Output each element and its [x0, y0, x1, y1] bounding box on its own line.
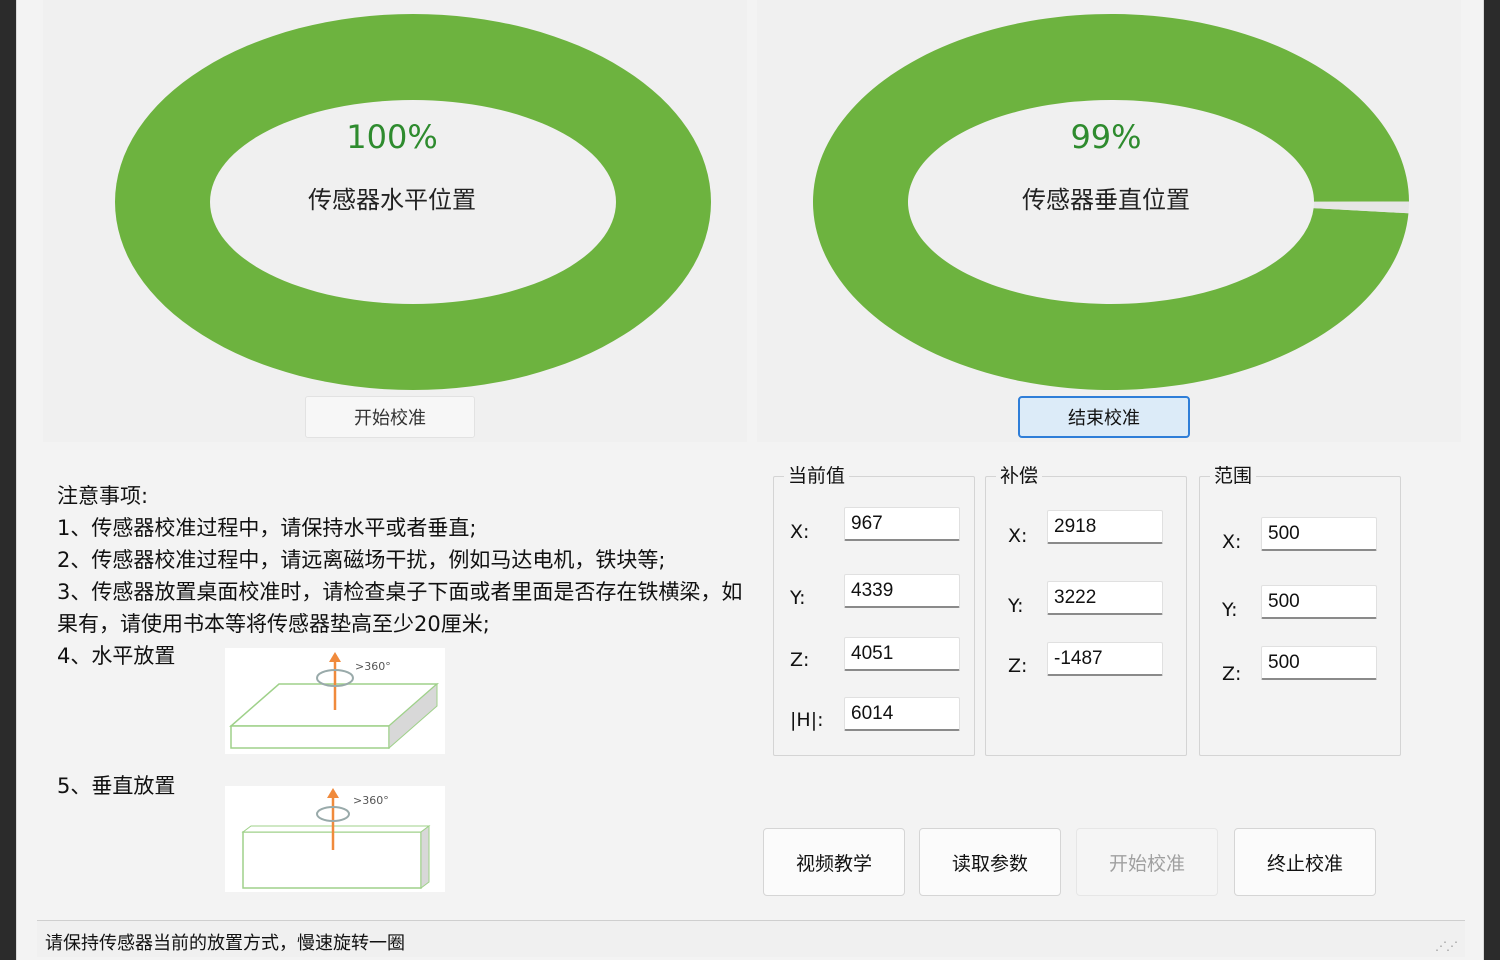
- note-item-1: 1、传感器校准过程中，请保持水平或者垂直;: [57, 516, 477, 540]
- horizontal-gauge-percent: 100%: [346, 118, 438, 156]
- status-text: 请保持传感器当前的放置方式，慢速旋转一圈: [45, 933, 405, 954]
- compensation-title: 补偿: [996, 461, 1043, 488]
- comp-x-input[interactable]: [1047, 510, 1163, 544]
- note-item-3: 3、传感器放置桌面校准时，请检查桌子下面或者里面是否存在铁横梁，如果有，请使用书…: [57, 580, 743, 636]
- current-z-label: Z:: [790, 649, 810, 671]
- comp-y-input[interactable]: [1047, 581, 1163, 615]
- range-y-label: Y:: [1222, 599, 1238, 621]
- vertical-gauge-label: 传感器垂直位置: [1022, 186, 1190, 214]
- status-bar: 请保持传感器当前的放置方式，慢速旋转一圈 ⋰⋰: [37, 920, 1465, 957]
- range-z-input[interactable]: [1261, 646, 1377, 680]
- comp-y-label: Y:: [1008, 595, 1024, 617]
- start-calibration-button[interactable]: 开始校准: [1076, 828, 1218, 896]
- current-y-label: Y:: [790, 587, 806, 609]
- current-values-group: 当前值 X: Y: Z: |H|:: [773, 461, 975, 756]
- range-title: 范围: [1210, 461, 1257, 488]
- current-h-input[interactable]: [844, 697, 960, 731]
- calibration-window: 100% 传感器水平位置 开始校准 99% 传感器垂直位置 结束校准 注意事项:…: [16, 0, 1484, 960]
- horizontal-gauge-panel: 100% 传感器水平位置: [43, 0, 747, 442]
- current-x-label: X:: [790, 521, 810, 543]
- read-params-button[interactable]: 读取参数: [919, 828, 1061, 896]
- horizontal-diagram-label: >360°: [355, 660, 391, 673]
- range-x-input[interactable]: [1261, 517, 1377, 551]
- end-calibration-button[interactable]: 结束校准: [1018, 396, 1190, 438]
- current-h-label: |H|:: [790, 709, 824, 731]
- resize-grip-icon[interactable]: ⋰⋰: [1435, 939, 1458, 953]
- vertical-placement-diagram: >360°: [225, 786, 445, 892]
- notes-title: 注意事项:: [57, 484, 149, 508]
- notes-section: 注意事项: 1、传感器校准过程中，请保持水平或者垂直; 2、传感器校准过程中，请…: [57, 480, 747, 672]
- current-z-input[interactable]: [844, 637, 960, 671]
- range-x-label: X:: [1222, 531, 1242, 553]
- start-calibration-top-button[interactable]: 开始校准: [305, 396, 475, 438]
- current-y-input[interactable]: [844, 574, 960, 608]
- current-values-title: 当前值: [784, 461, 850, 488]
- comp-z-label: Z:: [1008, 655, 1028, 677]
- range-group: 范围 X: Y: Z:: [1199, 461, 1401, 756]
- stop-calibration-button[interactable]: 终止校准: [1234, 828, 1376, 896]
- compensation-group: 补偿 X: Y: Z:: [985, 461, 1187, 756]
- vertical-gauge-panel: 99% 传感器垂直位置: [757, 0, 1461, 442]
- current-x-input[interactable]: [844, 507, 960, 541]
- horizontal-placement-diagram: >360°: [225, 648, 445, 754]
- vertical-diagram-label: >360°: [353, 794, 389, 807]
- range-y-input[interactable]: [1261, 585, 1377, 619]
- comp-z-input[interactable]: [1047, 642, 1163, 676]
- horizontal-gauge-label: 传感器水平位置: [308, 186, 476, 214]
- note-item-2: 2、传感器校准过程中，请远离磁场干扰，例如马达电机，铁块等;: [57, 548, 666, 572]
- comp-x-label: X:: [1008, 525, 1028, 547]
- vertical-gauge-percent: 99%: [1070, 118, 1142, 156]
- range-z-label: Z:: [1222, 663, 1242, 685]
- video-tutorial-button[interactable]: 视频教学: [763, 828, 905, 896]
